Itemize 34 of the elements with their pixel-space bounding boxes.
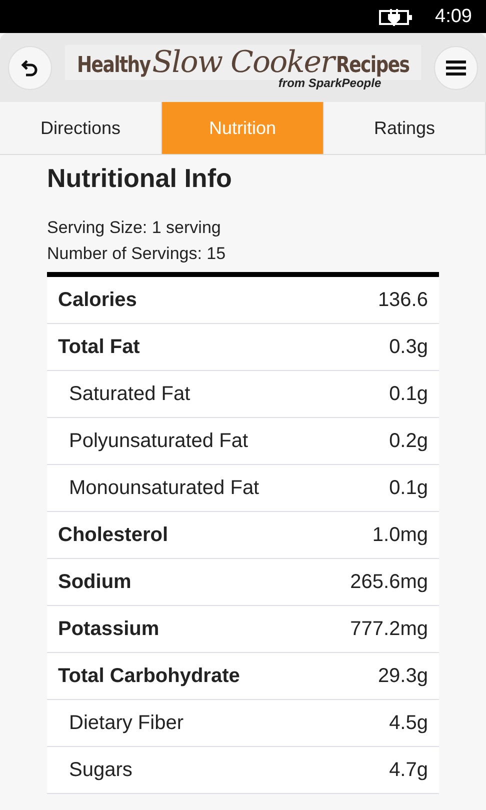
nutrient-name: Monounsaturated Fat bbox=[69, 476, 260, 500]
nutrient-value: 0.1g bbox=[389, 382, 428, 406]
menu-button[interactable] bbox=[434, 46, 478, 90]
nutrient-name: Total Carbohydrate bbox=[58, 664, 240, 688]
nutrient-value: 136.6 bbox=[378, 288, 428, 312]
nutrient-value: 0.1g bbox=[389, 476, 428, 500]
logo-text: Healthy bbox=[76, 53, 150, 78]
nutrient-name: Potassium bbox=[58, 618, 160, 640]
nutrient-name: Cholesterol bbox=[58, 524, 168, 546]
nutrient-value: 4.7g bbox=[389, 758, 428, 782]
servings-count-text: Number of Servings: 15 bbox=[47, 244, 227, 264]
nutrient-value: 777.2mg bbox=[350, 618, 428, 640]
nutrient-name: Sodium bbox=[58, 570, 132, 594]
nutrient-name: Polyunsaturated Fat bbox=[69, 430, 248, 452]
logo-text: Recipes bbox=[336, 53, 410, 78]
menu-icon bbox=[446, 60, 466, 76]
nutrient-value: 0.3g bbox=[389, 336, 428, 358]
nutrient-value: 265.6mg bbox=[350, 570, 428, 594]
nutrient-name: Sugars bbox=[69, 758, 132, 782]
back-arrow-icon bbox=[20, 58, 40, 78]
nutrient-name: Calories bbox=[58, 288, 137, 312]
nutrient-name: Dietary Fiber bbox=[69, 712, 184, 734]
battery-charging-icon bbox=[379, 8, 414, 26]
nutrient-value: 0.2g bbox=[389, 430, 428, 452]
section-title: Nutritional Info bbox=[47, 163, 233, 194]
nutrient-value: 4.5g bbox=[389, 712, 428, 734]
back-button[interactable] bbox=[8, 46, 52, 90]
clock-time: 4:09 bbox=[435, 6, 472, 28]
nutrient-name: Saturated Fat bbox=[69, 382, 190, 406]
nutrient-value: 1.0mg bbox=[372, 524, 428, 546]
nutrient-value: 29.3g bbox=[378, 664, 428, 688]
serving-size-text: Serving Size: 1 serving bbox=[47, 218, 222, 238]
nutrient-name: Total Fat bbox=[58, 336, 140, 358]
logo-tagline: from SparkPeople bbox=[278, 76, 382, 90]
